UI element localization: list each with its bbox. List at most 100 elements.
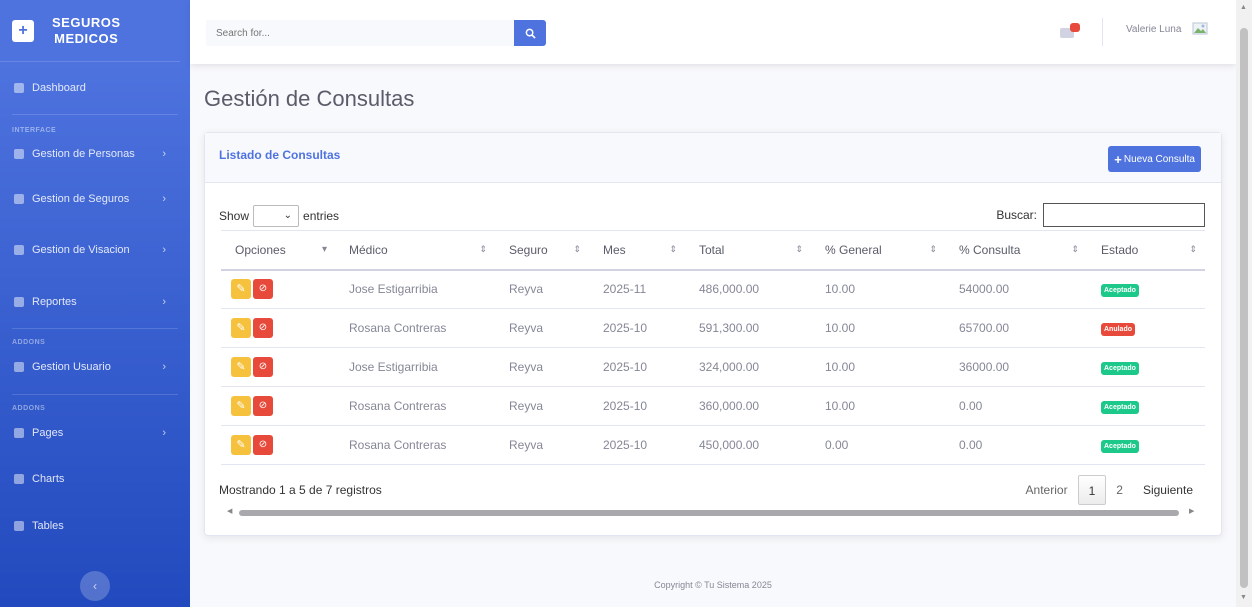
scroll-left-icon[interactable]: ◀ (227, 507, 232, 515)
card-icon (14, 245, 24, 255)
table-header-row: Opciones ▾ Médico ⇕ Seguro ⇕ Mes ⇕ Total ⇕ % … (221, 230, 1205, 271)
column-header[interactable]: Estado ⇕ (1087, 230, 1205, 271)
column-header[interactable]: Mes ⇕ (589, 230, 685, 271)
table-cell: 0.00 (945, 386, 1087, 426)
table-cell: Aceptado (1087, 425, 1205, 465)
table-cell: 2025-10 (589, 425, 685, 465)
card-title: Listado de Consultas (219, 148, 341, 162)
sidebar-item-dashboard[interactable]: Dashboard (0, 62, 190, 114)
delete-button[interactable]: ⊘ (253, 357, 273, 377)
sidebar-heading: INTERFACE (12, 127, 57, 134)
search-input[interactable] (206, 20, 514, 46)
edit-button[interactable]: ✎ (231, 435, 251, 455)
sidebar-toggle-button[interactable]: ‹ (80, 571, 110, 601)
scroll-up-icon[interactable]: ▲ (1240, 4, 1247, 11)
sort-icon: ⇕ (479, 244, 487, 254)
table-cell: Rosana Contreras (335, 386, 495, 426)
scroll-right-icon[interactable]: ▶ (1189, 507, 1194, 515)
table-row: ✎ ⊘ Rosana Contreras Reyva 2025-10 360,000.00… (221, 386, 1205, 426)
table-row: ✎ ⊘ Rosana Contreras Reyva 2025-10 450,000.00… (221, 425, 1205, 465)
table-cell: 0.00 (811, 425, 945, 465)
ban-icon: ⊘ (258, 361, 268, 372)
entries-control: Show ⌄ entries (219, 205, 339, 227)
medical-kit-icon: + (12, 19, 34, 42)
table-cell: 54000.00 (945, 269, 1087, 309)
chevron-right-icon: › (162, 296, 166, 308)
avatar[interactable] (1192, 20, 1210, 38)
users-icon (14, 362, 24, 372)
column-header[interactable]: % General ⇕ (811, 230, 945, 271)
chevron-right-icon: › (162, 148, 166, 160)
consultas-card: Listado de Consultas + Nueva Consulta Sh… (204, 132, 1222, 536)
table-cell: Jose Estigarribia (335, 347, 495, 387)
scroll-down-icon[interactable]: ▼ (1240, 594, 1247, 601)
table-cell: 0.00 (945, 425, 1087, 465)
table-cell: Jose Estigarribia (335, 269, 495, 309)
chevron-left-icon: ‹ (93, 579, 97, 593)
table-cell: 591,300.00 (685, 308, 811, 348)
delete-button[interactable]: ⊘ (253, 279, 273, 300)
table-cell: 2025-10 (589, 308, 685, 348)
scrollbar-thumb[interactable] (239, 510, 1179, 516)
brand[interactable]: + SEGUROS MEDICOS (0, 0, 180, 62)
edit-button[interactable]: ✎ (231, 396, 251, 416)
table-cell: Aceptado (1087, 269, 1205, 309)
sidebar-heading: ADDONS (12, 339, 46, 346)
column-header[interactable]: Opciones ▾ (221, 230, 335, 271)
user-name[interactable]: Valerie Luna (1126, 24, 1181, 35)
table-cell: Anulado (1087, 308, 1205, 348)
table-cell: 2025-10 (589, 386, 685, 426)
sidebar-item-visacion[interactable]: Gestion de Visacion › (0, 224, 190, 276)
chevron-right-icon: › (162, 193, 166, 205)
column-header[interactable]: Médico ⇕ (335, 230, 495, 271)
consultas-table: Opciones ▾ Médico ⇕ Seguro ⇕ Mes ⇕ Total ⇕ % … (221, 230, 1205, 465)
topbar: Valerie Luna (190, 0, 1236, 64)
alert-badge (1070, 23, 1080, 32)
sidebar-item-personas[interactable]: Gestion de Personas › (0, 134, 190, 174)
sidebar-item-pages[interactable]: Pages › (0, 412, 190, 454)
edit-button[interactable]: ✎ (231, 279, 251, 300)
entries-select[interactable]: ⌄ (253, 205, 300, 227)
sort-icon: ⇕ (1189, 244, 1197, 254)
table-cell: Reyva (495, 347, 589, 387)
table-cell: 10.00 (811, 308, 945, 348)
delete-button[interactable]: ⊘ (253, 435, 273, 455)
table-search: Buscar: (996, 203, 1205, 227)
table-body: ✎ ⊘ Jose Estigarribia Reyva 2025-11 486,000.0… (221, 269, 1205, 465)
column-header[interactable]: % Consulta ⇕ (945, 230, 1087, 271)
edit-button[interactable]: ✎ (231, 318, 251, 338)
scrollbar-thumb[interactable] (1240, 28, 1248, 588)
edit-button[interactable]: ✎ (231, 357, 251, 377)
page-button[interactable]: 1 (1077, 475, 1107, 505)
table-cell: 2025-10 (589, 347, 685, 387)
page-button[interactable]: 2 (1106, 475, 1133, 505)
sort-icon: ⇕ (669, 244, 677, 254)
pencil-icon: ✎ (236, 400, 246, 412)
table-cell: 486,000.00 (685, 269, 811, 309)
search-button[interactable] (514, 20, 546, 46)
page-title: Gestión de Consultas (204, 86, 415, 111)
sidebar-item-seguros[interactable]: Gestion de Seguros › (0, 174, 190, 224)
topbar-divider (1102, 18, 1103, 46)
table-cell: Aceptado (1087, 347, 1205, 387)
delete-button[interactable]: ⊘ (253, 396, 273, 416)
sidebar-item-usuario[interactable]: Gestion Usuario › (0, 346, 190, 388)
new-consulta-button[interactable]: + Nueva Consulta (1108, 146, 1201, 172)
vertical-scrollbar[interactable]: ▲ ▼ (1236, 0, 1252, 607)
delete-button[interactable]: ⊘ (253, 318, 273, 338)
table-cell: 450,000.00 (685, 425, 811, 465)
search-box (206, 20, 546, 46)
next-page-button[interactable]: Siguiente (1133, 475, 1203, 505)
table-search-input[interactable] (1043, 203, 1205, 227)
chevron-down-icon: ⌄ (283, 210, 293, 221)
table-info: Mostrando 1 a 5 de 7 registros (219, 483, 382, 497)
sidebar-item-reportes[interactable]: Reportes › (0, 276, 190, 328)
column-header[interactable]: Total ⇕ (685, 230, 811, 271)
table-row: ✎ ⊘ Jose Estigarribia Reyva 2025-10 324,000.0… (221, 347, 1205, 387)
horizontal-scrollbar[interactable]: ◀ ▶ (227, 507, 1197, 518)
sidebar-item-tables[interactable]: Tables (0, 504, 190, 548)
prev-page-button[interactable]: Anterior (1016, 475, 1078, 505)
sidebar-item-charts[interactable]: Charts (0, 454, 190, 504)
column-header[interactable]: Seguro ⇕ (495, 230, 589, 271)
folder-icon (14, 428, 24, 438)
